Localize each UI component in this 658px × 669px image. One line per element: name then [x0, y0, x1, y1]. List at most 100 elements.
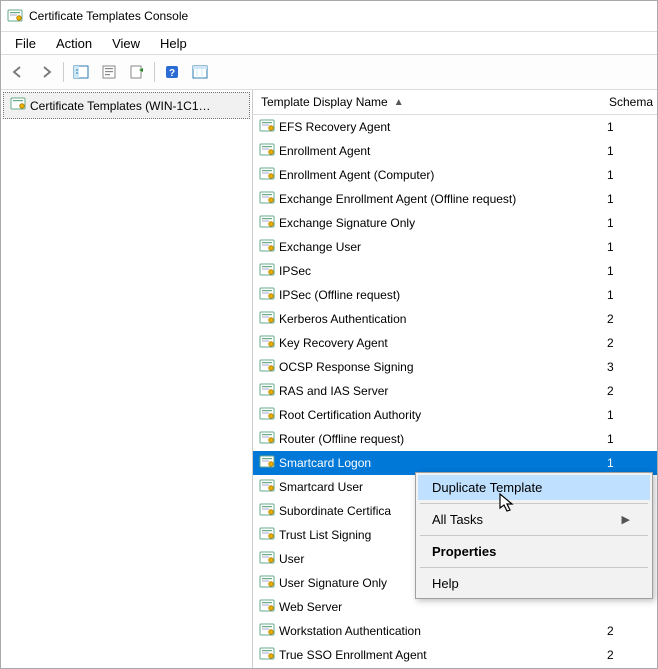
sort-ascending-icon: ▲ — [394, 97, 404, 108]
ctx-properties[interactable]: Properties — [418, 539, 650, 564]
column-header-schema[interactable]: Schema — [601, 91, 657, 113]
table-row[interactable]: Exchange Enrollment Agent (Offline reque… — [253, 187, 657, 211]
ctx-all-tasks[interactable]: All Tasks ▶ — [418, 507, 650, 532]
table-row[interactable]: Exchange User1 — [253, 235, 657, 259]
help-button[interactable]: ? — [159, 59, 185, 85]
table-row[interactable]: Root Certification Authority1 — [253, 403, 657, 427]
template-name-cell: Exchange User — [259, 238, 599, 257]
tree-pane[interactable]: Certificate Templates (WIN-1C1… — [1, 90, 253, 668]
template-name-cell: Exchange Signature Only — [259, 214, 599, 233]
template-name-label: Smartcard Logon — [279, 456, 371, 470]
back-button[interactable] — [5, 59, 31, 85]
template-name-label: IPSec (Offline request) — [279, 288, 400, 302]
certificate-icon — [259, 118, 275, 137]
template-schema-cell: 2 — [599, 624, 657, 638]
template-name-cell: Enrollment Agent — [259, 142, 599, 161]
template-name-label: Web Server — [279, 600, 342, 614]
template-schema-cell: 2 — [599, 336, 657, 350]
certificate-icon — [259, 310, 275, 329]
template-schema-cell: 1 — [599, 288, 657, 302]
table-row[interactable]: Workstation Authentication 2 — [253, 619, 657, 643]
certificate-icon — [259, 454, 275, 473]
column-header-name[interactable]: Template Display Name ▲ — [259, 91, 601, 113]
refresh-button[interactable] — [124, 59, 150, 85]
certificate-icon — [259, 622, 275, 641]
forward-button[interactable] — [33, 59, 59, 85]
ctx-separator — [420, 503, 648, 504]
menu-file[interactable]: File — [5, 34, 46, 53]
detail-view-button[interactable] — [187, 59, 213, 85]
certificate-icon — [259, 598, 275, 617]
template-name-cell: True SSO Enrollment Agent — [259, 646, 599, 665]
table-row[interactable]: Enrollment Agent (Computer)1 — [253, 163, 657, 187]
ctx-separator — [420, 567, 648, 568]
menu-view[interactable]: View — [102, 34, 150, 53]
certificate-icon — [259, 262, 275, 281]
template-name-cell: OCSP Response Signing — [259, 358, 599, 377]
template-schema-cell: 1 — [599, 216, 657, 230]
template-name-label: OCSP Response Signing — [279, 360, 414, 374]
menubar: File Action View Help — [1, 32, 657, 54]
menu-action[interactable]: Action — [46, 34, 102, 53]
template-name-label: Exchange Signature Only — [279, 216, 415, 230]
template-name-label: Enrollment Agent — [279, 144, 370, 158]
template-name-cell: Workstation Authentication — [259, 622, 599, 641]
template-name-cell: Root Certification Authority — [259, 406, 599, 425]
properties-button[interactable] — [96, 59, 122, 85]
certificate-icon — [259, 478, 275, 497]
table-row[interactable]: Enrollment Agent1 — [253, 139, 657, 163]
template-name-label: Enrollment Agent (Computer) — [279, 168, 434, 182]
template-name-cell: Kerberos Authentication — [259, 310, 599, 329]
template-schema-cell: 3 — [599, 360, 657, 374]
certificate-icon — [259, 238, 275, 257]
template-name-cell: RAS and IAS Server — [259, 382, 599, 401]
template-name-label: Smartcard User — [279, 480, 363, 494]
template-name-label: Workstation Authentication — [279, 624, 421, 638]
toolbar-separator — [63, 62, 64, 82]
toolbar-separator — [154, 62, 155, 82]
certificate-icon — [259, 430, 275, 449]
template-name-label: User — [279, 552, 304, 566]
table-row[interactable]: IPSec (Offline request) 1 — [253, 283, 657, 307]
template-name-label: RAS and IAS Server — [279, 384, 388, 398]
tree-root-label: Certificate Templates (WIN-1C1… — [30, 99, 211, 113]
chevron-right-icon: ▶ — [622, 513, 630, 526]
table-row[interactable]: Exchange Signature Only 1 — [253, 211, 657, 235]
template-schema-cell: 2 — [599, 384, 657, 398]
table-row[interactable]: Key Recovery Agent2 — [253, 331, 657, 355]
template-name-label: True SSO Enrollment Agent — [279, 648, 427, 662]
template-name-label: Kerberos Authentication — [279, 312, 406, 326]
ctx-separator — [420, 535, 648, 536]
ctx-duplicate-template[interactable]: Duplicate Template — [418, 475, 650, 500]
certificate-icon — [259, 502, 275, 521]
template-name-label: Exchange User — [279, 240, 361, 254]
toolbar: ? — [1, 54, 657, 90]
table-row[interactable]: EFS Recovery Agent1 — [253, 115, 657, 139]
table-row[interactable]: Router (Offline request)1 — [253, 427, 657, 451]
table-row[interactable]: True SSO Enrollment Agent 2 — [253, 643, 657, 667]
template-schema-cell: 1 — [599, 120, 657, 134]
certificate-templates-console-window: Certificate Templates Console File Actio… — [0, 0, 658, 669]
ctx-help[interactable]: Help — [418, 571, 650, 596]
template-schema-cell: 2 — [599, 648, 657, 662]
menu-help[interactable]: Help — [150, 34, 197, 53]
window-title: Certificate Templates Console — [29, 9, 188, 23]
ctx-help-label: Help — [432, 576, 459, 591]
template-name-cell: IPSec (Offline request) — [259, 286, 599, 305]
svg-text:?: ? — [169, 68, 175, 79]
template-name-label: User Signature Only — [279, 576, 387, 590]
template-name-cell: Exchange Enrollment Agent (Offline reque… — [259, 190, 599, 209]
show-hide-tree-button[interactable] — [68, 59, 94, 85]
template-name-cell: Web Server — [259, 598, 599, 617]
table-row[interactable]: IPSec1 — [253, 259, 657, 283]
tree-root-node[interactable]: Certificate Templates (WIN-1C1… — [3, 92, 250, 119]
certificate-icon — [259, 142, 275, 161]
template-name-label: Root Certification Authority — [279, 408, 421, 422]
table-row[interactable]: OCSP Response Signing 3 — [253, 355, 657, 379]
certificate-icon — [259, 406, 275, 425]
template-schema-cell: 1 — [599, 432, 657, 446]
table-row[interactable]: RAS and IAS Server 2 — [253, 379, 657, 403]
certificate-icon — [259, 214, 275, 233]
table-row[interactable]: Kerberos Authentication2 — [253, 307, 657, 331]
app-icon — [7, 8, 23, 24]
